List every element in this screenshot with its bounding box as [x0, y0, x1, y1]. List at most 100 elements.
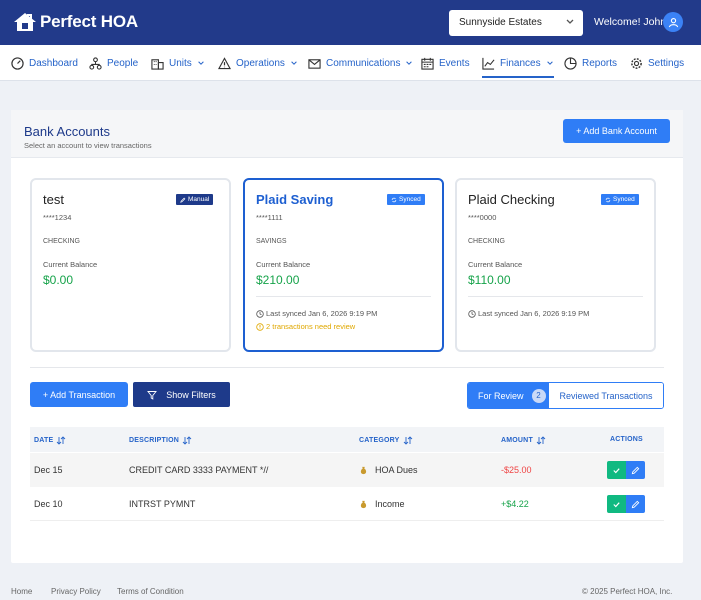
pencil-icon: [631, 500, 640, 508]
chart-icon: [482, 57, 495, 70]
divider: [256, 296, 431, 297]
account-card-plaid-checking[interactable]: Plaid Checking Synced ****0000 CHECKING …: [455, 178, 656, 352]
row-date: Dec 10: [34, 499, 63, 509]
divider: [468, 296, 643, 297]
nav-dashboard[interactable]: Dashboard: [11, 45, 78, 81]
mail-icon: [308, 58, 321, 69]
table-row[interactable]: Dec 15 CREDIT CARD 3333 PAYMENT *// HOA …: [30, 453, 664, 487]
account-card-plaid-saving[interactable]: Plaid Saving Synced ****1111 SAVINGS Cur…: [243, 178, 444, 352]
badge-label: Synced: [613, 196, 635, 203]
house-logo-icon: [14, 13, 36, 31]
row-category: Income: [359, 499, 405, 509]
edit-button[interactable]: [626, 461, 645, 479]
nav-finances[interactable]: Finances: [482, 45, 554, 81]
nav-settings[interactable]: Settings: [630, 45, 684, 81]
table-row[interactable]: Dec 10 INTRST PYMNT Income +$4.22: [30, 487, 664, 521]
nav-reports-label: Reports: [582, 57, 618, 69]
tab-reviewed-transactions[interactable]: Reviewed Transactions: [549, 383, 663, 408]
badge-label: Manual: [188, 196, 210, 203]
money-bag-icon: [360, 500, 367, 508]
approve-button[interactable]: [607, 495, 626, 513]
approve-button[interactable]: [607, 461, 626, 479]
bank-accounts-card: Bank Accounts Select an account to view …: [11, 110, 683, 563]
clock-icon: [256, 309, 264, 318]
footer-link-privacy[interactable]: Privacy Policy: [51, 587, 101, 596]
nav-people[interactable]: People: [89, 45, 138, 81]
row-description: CREDIT CARD 3333 PAYMENT *//: [129, 465, 269, 475]
people-icon: [89, 56, 102, 70]
review-notice[interactable]: 2 transactions need review: [256, 322, 355, 331]
nav-units-label: Units: [169, 57, 192, 69]
nav-communications[interactable]: Communications: [308, 45, 413, 81]
column-category[interactable]: CATEGORY: [359, 436, 413, 445]
account-type: CHECKING: [468, 238, 505, 245]
filter-icon: [147, 390, 158, 400]
chevron-down-icon: [566, 19, 574, 24]
row-category-label: HOA Dues: [375, 465, 418, 475]
row-category-label: Income: [375, 499, 405, 509]
pencil-icon: [180, 197, 186, 203]
last-synced: Last synced Jan 6, 2026 9:19 PM: [256, 309, 377, 318]
add-transaction-button[interactable]: + Add Transaction: [30, 382, 128, 407]
page-title: Bank Accounts: [24, 124, 110, 139]
nav-operations[interactable]: Operations: [218, 45, 298, 81]
column-amount[interactable]: AMOUNT: [501, 436, 546, 445]
pencil-icon: [631, 466, 640, 474]
add-bank-account-button[interactable]: + Add Bank Account: [563, 119, 670, 143]
nav-units[interactable]: Units: [151, 45, 205, 81]
user-icon: [668, 17, 678, 27]
reports-icon: [564, 56, 577, 70]
sync-icon: [605, 197, 611, 202]
edit-button[interactable]: [626, 495, 645, 513]
check-icon: [613, 501, 620, 507]
last-synced: Last synced Jan 6, 2026 9:19 PM: [468, 309, 589, 318]
account-number: ****0000: [468, 213, 497, 222]
tab-for-review[interactable]: For Review 2: [468, 383, 549, 408]
account-card-test[interactable]: test Manual ****1234 CHECKING Current Ba…: [30, 178, 231, 352]
row-amount: -$25.00: [501, 465, 532, 475]
nav-people-label: People: [107, 57, 139, 69]
money-bag-icon: [360, 466, 367, 474]
gear-icon: [631, 57, 642, 69]
column-description[interactable]: DESCRIPTION: [129, 436, 192, 445]
column-amount-label: AMOUNT: [501, 437, 533, 444]
warning-icon: [218, 56, 231, 69]
column-date[interactable]: DATE: [34, 436, 66, 445]
column-date-label: DATE: [34, 437, 54, 444]
app-logo[interactable]: Perfect HOA: [13, 11, 138, 33]
main-nav: Dashboard People Units Operations Commun…: [0, 45, 701, 81]
sort-icon: [57, 436, 66, 445]
app-name: Perfect HOA: [40, 12, 138, 31]
badge-label: Synced: [399, 196, 421, 203]
account-number: ****1234: [43, 213, 72, 222]
synced-badge: Synced: [601, 194, 639, 205]
nav-reports[interactable]: Reports: [564, 45, 617, 81]
footer-link-terms[interactable]: Terms of Condition: [117, 587, 184, 596]
show-filters-label: Show Filters: [166, 389, 216, 400]
last-synced-text: Last synced Jan 6, 2026 9:19 PM: [266, 309, 378, 318]
show-filters-button[interactable]: Show Filters: [133, 382, 230, 407]
account-name: Plaid Saving: [256, 192, 334, 207]
top-header: Perfect HOA Sunnyside Estates Welcome! J…: [0, 0, 701, 45]
manual-badge: Manual: [176, 194, 214, 205]
footer-link-home[interactable]: Home: [11, 587, 32, 596]
row-amount: +$4.22: [501, 499, 529, 509]
balance-label: Current Balance: [468, 260, 523, 269]
clock-icon: [468, 309, 476, 318]
column-description-label: DESCRIPTION: [129, 437, 180, 444]
account-name: Plaid Checking: [468, 192, 555, 207]
account-name: test: [43, 192, 64, 207]
balance-value: $210.00: [256, 273, 300, 287]
community-select[interactable]: Sunnyside Estates: [449, 10, 583, 36]
nav-dashboard-label: Dashboard: [29, 57, 78, 69]
footer: Home Privacy Policy Terms of Condition ©…: [0, 584, 701, 600]
nav-events[interactable]: Events: [421, 45, 470, 81]
chevron-down-icon: [198, 61, 204, 65]
last-synced-text: Last synced Jan 6, 2026 9:19 PM: [478, 309, 590, 318]
user-avatar[interactable]: [663, 12, 683, 32]
row-category: HOA Dues: [359, 465, 418, 475]
chevron-down-icon: [406, 61, 413, 65]
account-number: ****1111: [256, 213, 283, 222]
sort-icon: [536, 436, 546, 445]
chevron-down-icon: [546, 61, 553, 65]
